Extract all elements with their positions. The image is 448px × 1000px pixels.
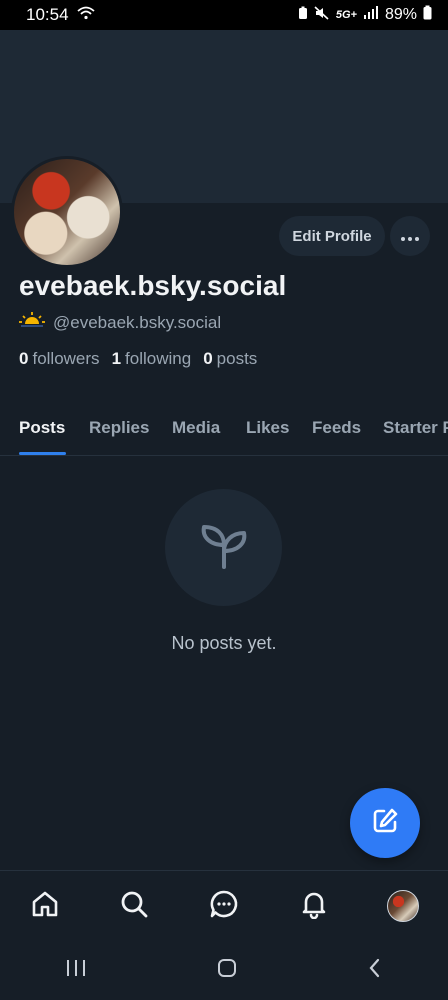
nav-search[interactable] [112, 884, 156, 928]
handle-text: @evebaek.bsky.social [53, 312, 222, 332]
posts-stat: 0 posts [203, 349, 258, 368]
tab-starter-packs[interactable]: Starter Packs [383, 418, 448, 438]
messages-icon [209, 889, 239, 924]
sunrise-icon [19, 312, 45, 333]
recent-apps-icon[interactable] [65, 958, 87, 983]
ellipsis-icon [401, 229, 419, 244]
battery-percent: 89% [384, 6, 417, 23]
bell-icon [299, 889, 329, 924]
system-navigation [0, 940, 448, 1000]
tab-likes[interactable]: Likes [246, 418, 289, 438]
wifi-icon [76, 5, 95, 25]
status-bar: 10:54 5G+ 89% [0, 0, 448, 30]
profile-stats: 0 followers 1 following 0 posts [19, 349, 257, 369]
tab-media[interactable]: Media [172, 418, 220, 438]
home-icon [30, 889, 60, 924]
compose-button[interactable] [350, 788, 420, 858]
more-options-button[interactable] [390, 216, 430, 256]
tab-posts[interactable]: Posts [19, 418, 65, 438]
nav-profile[interactable] [381, 884, 425, 928]
profile-tabs: Posts Replies Media Likes Feeds Starter … [0, 410, 448, 456]
tab-feeds[interactable]: Feeds [312, 418, 361, 438]
following-stat[interactable]: 1 following [112, 349, 192, 369]
seedling-icon [194, 515, 254, 580]
handle-row: @evebaek.bsky.social [19, 312, 221, 333]
tab-replies[interactable]: Replies [89, 418, 149, 438]
bottom-navigation [0, 870, 448, 941]
display-name: evebaek.bsky.social [19, 270, 287, 301]
status-time: 10:54 [26, 5, 69, 24]
empty-state-icon-circle [165, 489, 282, 606]
battery-saver-icon [298, 6, 308, 25]
empty-state-text: No posts yet. [171, 633, 277, 653]
home-button-icon[interactable] [216, 957, 238, 984]
nav-notifications[interactable] [292, 884, 336, 928]
followers-stat[interactable]: 0 followers [19, 349, 100, 369]
network-type: 5G+ [335, 9, 357, 21]
mute-icon [314, 5, 330, 25]
avatar-image [14, 159, 120, 265]
profile-avatar[interactable] [11, 156, 123, 268]
back-icon[interactable] [367, 957, 383, 984]
edit-profile-button[interactable]: Edit Profile [279, 216, 385, 256]
signal-icon [363, 6, 379, 24]
battery-icon [423, 5, 432, 25]
nav-messages[interactable] [202, 884, 246, 928]
nav-home[interactable] [23, 884, 67, 928]
active-tab-indicator [19, 452, 66, 455]
compose-icon [370, 806, 400, 841]
profile-avatar-small [387, 890, 420, 922]
search-icon [119, 889, 149, 924]
